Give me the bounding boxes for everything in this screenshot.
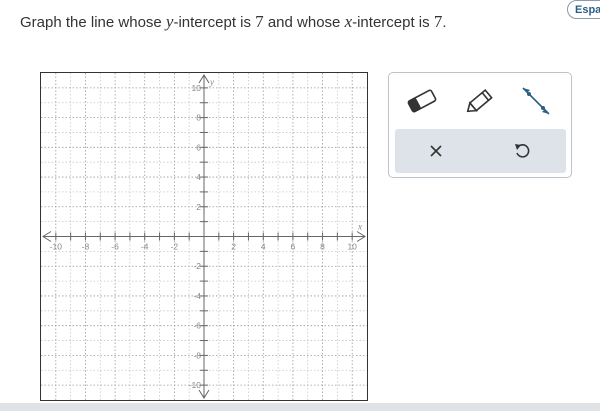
y-tick-label: 4 xyxy=(196,172,201,182)
line-segment-icon xyxy=(522,87,550,115)
action-row xyxy=(395,129,566,173)
graph-toolbox xyxy=(388,72,572,178)
language-button[interactable]: Español xyxy=(567,0,600,19)
x-tick-label: 2 xyxy=(231,242,236,252)
prompt-text-5: . xyxy=(442,14,447,31)
prompt-text-1: Graph the line whose xyxy=(20,14,166,31)
undo-button[interactable] xyxy=(501,133,543,169)
y-tick-label: 8 xyxy=(196,113,201,123)
eraser-tool-button[interactable] xyxy=(401,83,443,119)
x-tick-label: 4 xyxy=(261,242,266,252)
y-tick-label: 6 xyxy=(196,142,201,152)
x-tick-label: 8 xyxy=(320,242,325,252)
eraser-icon xyxy=(407,89,437,113)
y-tick-label: 2 xyxy=(196,202,201,212)
line-tool-button[interactable] xyxy=(515,83,557,119)
y-axis-label: y xyxy=(209,77,214,87)
y-tick-label: -8 xyxy=(193,350,201,360)
x-icon xyxy=(430,145,442,157)
x-tick-label: -6 xyxy=(111,242,119,252)
prompt-text-3: and whose xyxy=(263,14,345,31)
x-tick-label: -10 xyxy=(50,242,63,252)
y-tick-label: 10 xyxy=(192,83,202,93)
prompt-num-1: 7 xyxy=(255,12,264,31)
y-tick-label: -10 xyxy=(189,380,202,390)
x-tick-label: 10 xyxy=(347,242,357,252)
x-tick-label: -2 xyxy=(171,242,179,252)
graph-canvas[interactable]: -10-10-8-8-6-6-4-4-2-2224466881010xy xyxy=(41,73,367,400)
undo-icon xyxy=(515,144,530,158)
prompt-text-2: -intercept is xyxy=(173,14,256,31)
y-tick-label: -4 xyxy=(193,291,201,301)
bottom-bar xyxy=(0,403,600,411)
y-tick-label: -6 xyxy=(193,321,201,331)
pencil-tool-button[interactable] xyxy=(459,83,501,119)
x-tick-label: 6 xyxy=(291,242,296,252)
problem-prompt: Graph the line whose y-intercept is 7 an… xyxy=(20,12,446,32)
y-tick-label: -2 xyxy=(193,261,201,271)
x-tick-label: -4 xyxy=(141,242,149,252)
coordinate-graph[interactable]: -10 -10 -8 -8 -6 -6 -4 -4 -2 -2 2 2 4 4 6 6 8 8 10 10 x y xyxy=(40,72,368,401)
x-axis-label: x xyxy=(357,222,362,232)
pencil-icon xyxy=(466,88,493,113)
prompt-var-x: x xyxy=(344,12,353,31)
prompt-text-4: -intercept is xyxy=(352,14,434,31)
clear-button[interactable] xyxy=(415,133,457,169)
x-tick-label: -8 xyxy=(82,242,90,252)
